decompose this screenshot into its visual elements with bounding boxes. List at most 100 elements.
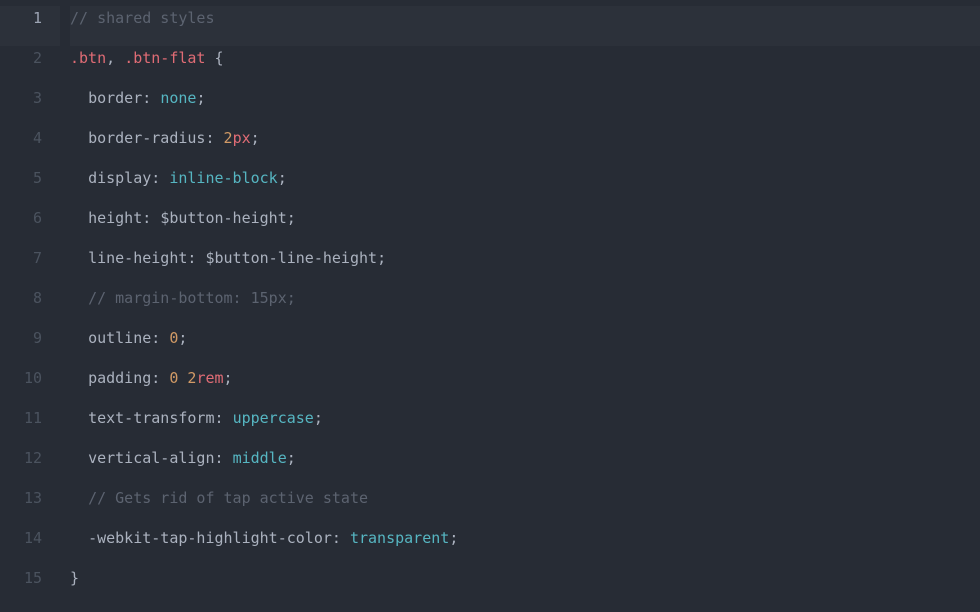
- indent: [70, 169, 88, 187]
- indent: [70, 129, 88, 147]
- token-colon: :: [151, 369, 169, 387]
- code-line[interactable]: // margin-bottom: 15px;: [70, 286, 980, 326]
- token-unit: rem: [196, 369, 223, 387]
- line-number: 10: [0, 366, 60, 406]
- token-punct: ;: [287, 209, 296, 227]
- indent: [70, 249, 88, 267]
- code-editor[interactable]: 123456789101112131415 // shared styles.b…: [0, 0, 980, 612]
- line-number: 11: [0, 406, 60, 446]
- token-comment: // margin-bottom: 15px;: [88, 289, 296, 307]
- line-number-text: 11: [24, 409, 42, 427]
- code-line[interactable]: // Gets rid of tap active state: [70, 486, 980, 526]
- token-punct: ;: [196, 89, 205, 107]
- token-punct: ;: [278, 169, 287, 187]
- line-number-text: 3: [33, 89, 42, 107]
- token-colon: :: [215, 449, 233, 467]
- line-number-text: 9: [33, 329, 42, 347]
- code-line[interactable]: line-height: $button-line-height;: [70, 246, 980, 286]
- line-number-text: 1: [33, 9, 42, 27]
- token-colon: :: [332, 529, 350, 547]
- token-prop: display: [88, 169, 151, 187]
- indent: [70, 489, 88, 507]
- line-number: 4: [0, 126, 60, 166]
- token-plain: [178, 369, 187, 387]
- line-number: 1: [0, 6, 60, 46]
- token-keyword: transparent: [350, 529, 449, 547]
- line-number: 3: [0, 86, 60, 126]
- code-line[interactable]: text-transform: uppercase;: [70, 406, 980, 446]
- indent: [70, 289, 88, 307]
- token-var: $button-line-height: [205, 249, 377, 267]
- token-prop: -webkit-tap-highlight-color: [88, 529, 332, 547]
- token-punct: ,: [106, 49, 124, 67]
- code-area[interactable]: // shared styles .btn, .btn-flat { border…: [60, 0, 980, 612]
- token-keyword: inline-block: [169, 169, 277, 187]
- line-number-text: 5: [33, 169, 42, 187]
- line-number: 9: [0, 326, 60, 366]
- line-number-text: 14: [24, 529, 42, 547]
- line-number-text: 10: [24, 369, 42, 387]
- line-number: 12: [0, 446, 60, 486]
- token-punct: ;: [377, 249, 386, 267]
- code-line[interactable]: display: inline-block;: [70, 166, 980, 206]
- token-prop: height: [88, 209, 142, 227]
- token-number: 0: [169, 329, 178, 347]
- token-prop: outline: [88, 329, 151, 347]
- code-line[interactable]: padding: 0 2rem;: [70, 366, 980, 406]
- line-number-text: 12: [24, 449, 42, 467]
- code-line[interactable]: outline: 0;: [70, 326, 980, 366]
- line-number-text: 15: [24, 569, 42, 587]
- token-punct: ;: [314, 409, 323, 427]
- token-keyword: middle: [233, 449, 287, 467]
- token-punct: ;: [178, 329, 187, 347]
- indent: [70, 89, 88, 107]
- token-number: 2: [224, 129, 233, 147]
- code-line[interactable]: }: [70, 566, 980, 606]
- line-number-text: 8: [33, 289, 42, 307]
- code-line[interactable]: height: $button-height;: [70, 206, 980, 246]
- code-line[interactable]: -webkit-tap-highlight-color: transparent…: [70, 526, 980, 566]
- code-line[interactable]: border-radius: 2px;: [70, 126, 980, 166]
- token-colon: :: [142, 209, 160, 227]
- code-line[interactable]: .btn, .btn-flat {: [70, 46, 980, 86]
- indent: [70, 409, 88, 427]
- code-line[interactable]: border: none;: [70, 86, 980, 126]
- token-colon: :: [142, 89, 160, 107]
- line-number: 13: [0, 486, 60, 526]
- token-selector: .btn: [70, 49, 106, 67]
- token-comment: // shared styles: [70, 9, 215, 27]
- token-prop: text-transform: [88, 409, 214, 427]
- line-number: 2: [0, 46, 60, 86]
- token-prop: vertical-align: [88, 449, 214, 467]
- code-line[interactable]: vertical-align: middle;: [70, 446, 980, 486]
- token-punct: ;: [224, 369, 233, 387]
- token-punct: ;: [251, 129, 260, 147]
- line-number-text: 4: [33, 129, 42, 147]
- token-punct: {: [205, 49, 223, 67]
- indent: [70, 329, 88, 347]
- line-number: 7: [0, 246, 60, 286]
- token-colon: :: [215, 409, 233, 427]
- token-punct: }: [70, 569, 79, 587]
- token-prop: border-radius: [88, 129, 205, 147]
- line-number: 6: [0, 206, 60, 246]
- token-keyword: none: [160, 89, 196, 107]
- token-keyword: uppercase: [233, 409, 314, 427]
- indent: [70, 449, 88, 467]
- token-number: 2: [187, 369, 196, 387]
- line-number-text: 6: [33, 209, 42, 227]
- line-number-text: 7: [33, 249, 42, 267]
- token-colon: :: [187, 249, 205, 267]
- token-prop: padding: [88, 369, 151, 387]
- line-number-text: 2: [33, 49, 42, 67]
- indent: [70, 529, 88, 547]
- line-number: 8: [0, 286, 60, 326]
- code-line[interactable]: // shared styles: [70, 6, 980, 46]
- token-number: 0: [169, 369, 178, 387]
- token-prop: line-height: [88, 249, 187, 267]
- token-selector: .btn-flat: [124, 49, 205, 67]
- line-number-text: 13: [24, 489, 42, 507]
- token-punct: ;: [287, 449, 296, 467]
- token-colon: :: [151, 169, 169, 187]
- token-var: $button-height: [160, 209, 286, 227]
